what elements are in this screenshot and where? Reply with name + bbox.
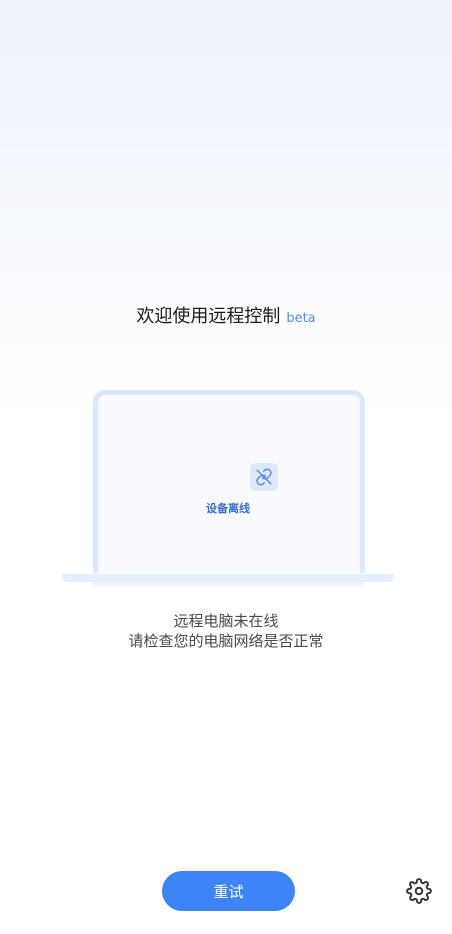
gear-icon[interactable] [404,876,434,906]
laptop-base-shadow [92,582,364,587]
beta-badge: beta [286,311,316,326]
laptop-illustration: 设备离线 [62,390,394,590]
message-line-2: 请检查您的电脑网络是否正常 [128,632,324,650]
page-title: 欢迎使用远程控制 [136,306,281,327]
link-off-icon [250,463,278,491]
laptop-base [62,574,394,582]
retry-button[interactable]: 重试 [162,871,295,911]
offline-message: 远程电脑未在线 请检查您的电脑网络是否正常 [0,611,452,651]
message-line-1: 远程电脑未在线 [173,612,279,630]
device-offline-label: 设备离线 [206,502,250,515]
laptop-screen: 设备离线 [93,390,365,573]
page-header: 欢迎使用远程控制 beta [0,302,452,328]
